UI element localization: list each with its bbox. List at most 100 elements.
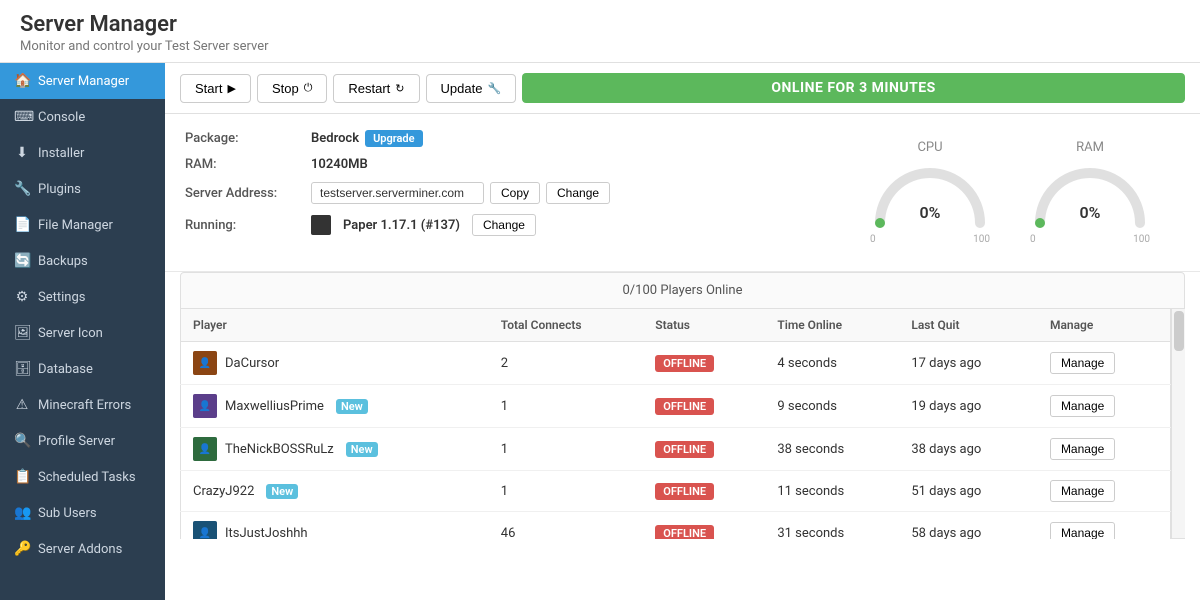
status-badge: OFFLINE — [655, 355, 714, 372]
col-status: Status — [643, 309, 765, 342]
sidebar-item-server-manager[interactable]: 🏠 Server Manager — [0, 63, 165, 99]
sidebar-item-scheduled-tasks[interactable]: 📋 Scheduled Tasks — [0, 459, 165, 495]
change-version-button[interactable]: Change — [472, 214, 536, 236]
table-row: 👤 DaCursor 2 OFFLINE 4 seconds 17 days a… — [181, 342, 1171, 385]
sidebar-item-server-icon[interactable]: 🖼 Server Icon — [0, 315, 165, 351]
stop-label: Stop — [272, 81, 299, 96]
file-icon: 📄 — [14, 217, 30, 233]
restart-button[interactable]: Restart ↻ — [333, 74, 419, 103]
sidebar: 🏠 Server Manager ⌨ Console ⬇ Installer 🔧… — [0, 63, 165, 600]
settings-icon: ⚙ — [14, 289, 30, 305]
ram-min: 0 — [1030, 234, 1036, 245]
col-last-quit: Last Quit — [899, 309, 1038, 342]
player-name: CrazyJ922 — [193, 484, 254, 499]
player-name-cell: 👤 MaxwelliusPrimeNew — [181, 385, 489, 428]
page-title: Server Manager — [20, 12, 1180, 37]
sidebar-item-backups[interactable]: 🔄 Backups — [0, 243, 165, 279]
sidebar-item-database[interactable]: 🗄 Database — [0, 351, 165, 387]
start-label: Start — [195, 81, 222, 96]
status-badge: OFFLINE — [655, 441, 714, 458]
start-button[interactable]: Start ▶ — [180, 74, 251, 103]
sidebar-item-sub-users[interactable]: 👥 Sub Users — [0, 495, 165, 531]
ram-gauge-svg: 0% — [1030, 163, 1150, 228]
status-badge: OFFLINE — [655, 483, 714, 500]
address-row: Server Address: Copy Change — [185, 182, 820, 204]
sidebar-item-settings[interactable]: ⚙ Settings — [0, 279, 165, 315]
ram-axis: 0 100 — [1030, 234, 1150, 245]
player-name: MaxwelliusPrime — [225, 399, 324, 414]
sidebar-item-minecraft-errors[interactable]: ⚠ Minecraft Errors — [0, 387, 165, 423]
copy-button[interactable]: Copy — [490, 182, 540, 204]
stop-button[interactable]: Stop ⏻ — [257, 74, 327, 103]
status-cell: OFFLINE — [643, 512, 765, 540]
sidebar-label: Server Addons — [38, 542, 122, 557]
sidebar-label: File Manager — [38, 218, 113, 233]
scrollbar-track — [1171, 309, 1185, 539]
sidebar-label: Settings — [38, 290, 85, 305]
manage-button[interactable]: Manage — [1050, 352, 1115, 374]
ram-max: 100 — [1133, 234, 1150, 245]
last-quit-cell: 17 days ago — [899, 342, 1038, 385]
sidebar-item-server-addons[interactable]: 🔑 Server Addons — [0, 531, 165, 567]
sidebar-item-installer[interactable]: ⬇ Installer — [0, 135, 165, 171]
scrollbar-thumb[interactable] — [1174, 311, 1184, 351]
gauges-section: CPU 0% 0 100 — [840, 130, 1180, 255]
sidebar-item-plugins[interactable]: 🔧 Plugins — [0, 171, 165, 207]
running-label: Running: — [185, 218, 305, 233]
sidebar-item-console[interactable]: ⌨ Console — [0, 99, 165, 135]
new-badge: New — [266, 484, 298, 499]
manage-button[interactable]: Manage — [1050, 480, 1115, 502]
cpu-max: 100 — [973, 234, 990, 245]
time-online-cell: 38 seconds — [765, 428, 899, 471]
cpu-label: CPU — [870, 140, 990, 155]
info-fields: Package: Bedrock Upgrade RAM: 10240MB Se… — [185, 130, 820, 246]
manage-button[interactable]: Manage — [1050, 522, 1115, 539]
manage-button[interactable]: Manage — [1050, 395, 1115, 417]
col-time-online: Time Online — [765, 309, 899, 342]
sidebar-label: Console — [38, 110, 85, 125]
cpu-gauge-value: 0% — [920, 203, 941, 222]
time-online-cell: 4 seconds — [765, 342, 899, 385]
ram-gauge: RAM 0% 0 100 — [1030, 140, 1150, 245]
server-address-input[interactable] — [311, 182, 484, 204]
manage-cell: Manage — [1038, 428, 1171, 471]
sidebar-item-file-manager[interactable]: 📄 File Manager — [0, 207, 165, 243]
stop-icon: ⏻ — [304, 82, 313, 95]
player-name: TheNickBOSSRuLz — [225, 442, 334, 457]
last-quit-cell: 19 days ago — [899, 385, 1038, 428]
table-scroll-area: Player Total Connects Status Time Online… — [180, 309, 1185, 539]
change-address-button[interactable]: Change — [546, 182, 610, 204]
sidebar-label: Profile Server — [38, 434, 115, 449]
server-info-section: Package: Bedrock Upgrade RAM: 10240MB Se… — [165, 114, 1200, 272]
time-online-cell: 9 seconds — [765, 385, 899, 428]
backups-icon: 🔄 — [14, 253, 30, 269]
database-icon: 🗄 — [14, 361, 30, 377]
console-icon: ⌨ — [14, 109, 30, 125]
status-badge: OFFLINE — [655, 398, 714, 415]
update-button[interactable]: Update 🔧 — [426, 74, 517, 103]
last-quit-cell: 38 days ago — [899, 428, 1038, 471]
ram-gauge-value: 0% — [1080, 203, 1101, 222]
cpu-gauge-svg: 0% — [870, 163, 990, 228]
ram-value: 10240MB — [311, 157, 368, 172]
key-icon: 🔑 — [14, 541, 30, 557]
image-icon: 🖼 — [14, 325, 30, 341]
warning-icon: ⚠ — [14, 397, 30, 413]
sidebar-label: Minecraft Errors — [38, 398, 131, 413]
player-name: DaCursor — [225, 356, 279, 371]
restart-label: Restart — [348, 81, 390, 96]
status-cell: OFFLINE — [643, 342, 765, 385]
status-badge: OFFLINE — [655, 525, 714, 540]
player-name-cell: 👤 DaCursor — [181, 342, 489, 385]
sidebar-item-profile-server[interactable]: 🔍 Profile Server — [0, 423, 165, 459]
upgrade-badge[interactable]: Upgrade — [365, 130, 422, 147]
col-player: Player — [181, 309, 489, 342]
manage-button[interactable]: Manage — [1050, 438, 1115, 460]
total-connects-cell: 2 — [489, 342, 644, 385]
total-connects-cell: 1 — [489, 471, 644, 512]
ram-row: RAM: 10240MB — [185, 157, 820, 172]
table-scroll-inner[interactable]: Player Total Connects Status Time Online… — [180, 309, 1171, 539]
player-avatar: 👤 — [193, 351, 217, 375]
status-cell: OFFLINE — [643, 385, 765, 428]
table-row: CrazyJ922New 1 OFFLINE 11 seconds 51 day… — [181, 471, 1171, 512]
